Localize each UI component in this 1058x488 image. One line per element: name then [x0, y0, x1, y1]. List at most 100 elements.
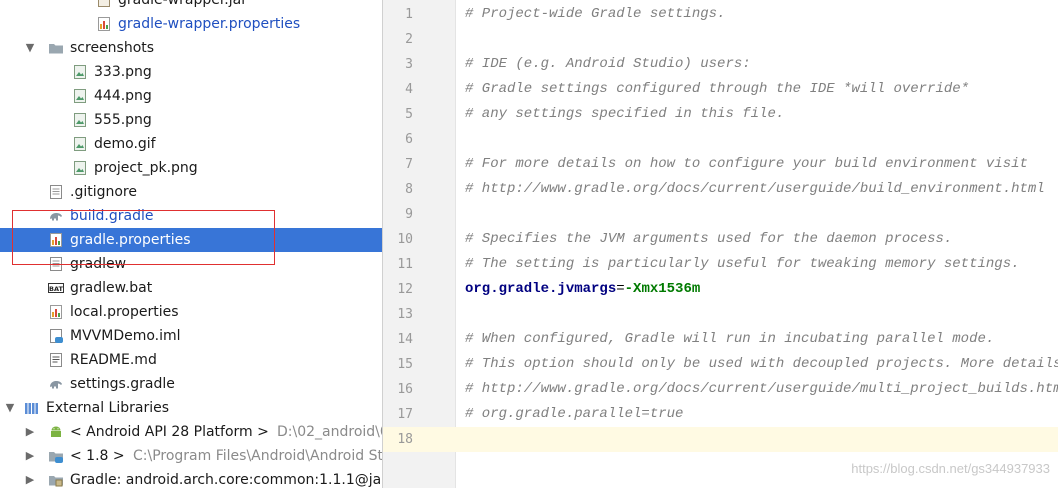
code-line[interactable]: 10 # Specifies the JVM arguments used for…: [383, 227, 1058, 252]
code-line[interactable]: 18: [383, 427, 1058, 452]
line-number: 16: [397, 382, 413, 397]
tree-item-gradle-wrapper-properties[interactable]: gradle-wrapper.properties: [0, 12, 382, 36]
tree-item-path-hint: D:\02_android\08: [277, 424, 382, 440]
code-line[interactable]: 11 # The setting is particularly useful f…: [383, 252, 1058, 277]
code-text: # any settings specified in this file.: [465, 102, 784, 127]
code-line[interactable]: 4 # Gradle settings configured through th…: [383, 77, 1058, 102]
property-value: -Xmx1536m: [624, 281, 701, 297]
code-comment: # any settings specified in this file.: [465, 106, 785, 122]
code-line[interactable]: 17 # org.gradle.parallel=true: [383, 402, 1058, 427]
code-line[interactable]: 15 # This option should only be used with…: [383, 352, 1058, 377]
tree-item-gradle-android-arch-core-common-1-1-1-jar[interactable]: ▶ Gradle: android.arch.core:common:1.1.1@…: [0, 468, 382, 488]
code-text: # http://www.gradle.org/docs/current/use…: [465, 377, 1058, 402]
code-line[interactable]: 2: [383, 27, 1058, 52]
tree-item-label: gradle-wrapper.properties: [118, 16, 301, 32]
folder-icon: [48, 40, 64, 56]
line-number: 9: [405, 207, 413, 222]
code-comment: # Gradle settings configured through the…: [465, 81, 970, 97]
tree-item-readme-md[interactable]: README.md: [0, 348, 382, 372]
code-line[interactable]: 16 # http://www.gradle.org/docs/current/u…: [383, 377, 1058, 402]
code-comment: # Project-wide Gradle settings.: [465, 6, 726, 22]
tree-item-mvvmdemo-iml[interactable]: MVVMDemo.iml: [0, 324, 382, 348]
line-number: 14: [397, 332, 413, 347]
line-number: 8: [405, 182, 413, 197]
svg-text:BAT: BAT: [49, 285, 63, 293]
jdk-folder-icon: [48, 448, 64, 464]
line-number: 11: [397, 257, 413, 272]
property-key: org.gradle.jvmargs: [465, 281, 617, 297]
line-number: 18: [397, 432, 413, 447]
code-text: # IDE (e.g. Android Studio) users:: [465, 52, 751, 77]
code-line[interactable]: 1 # Project-wide Gradle settings.: [383, 2, 1058, 27]
code-comment: # The setting is particularly useful for…: [465, 256, 1020, 272]
code-comment: # org.gradle.parallel=true: [465, 406, 684, 422]
code-text: # Project-wide Gradle settings.: [465, 2, 725, 27]
tree-item-444-png[interactable]: 444.png: [0, 84, 382, 108]
image-file-icon: [72, 136, 88, 152]
code-text: # The setting is particularly useful for…: [465, 252, 1020, 277]
code-line[interactable]: 6: [383, 127, 1058, 152]
gradle-elephant-icon: [48, 376, 64, 392]
image-file-icon: [72, 112, 88, 128]
tree-item-gradle-wrapper-jar[interactable]: gradle-wrapper.jar: [0, 0, 382, 12]
code-line[interactable]: 13: [383, 302, 1058, 327]
line-number: 1: [405, 7, 413, 22]
tree-item-demo-gif[interactable]: demo.gif: [0, 132, 382, 156]
tree-item-label: demo.gif: [94, 136, 156, 152]
tree-item-screenshots[interactable]: ▼ screenshots: [0, 36, 382, 60]
code-text: # Specifies the JVM arguments used for t…: [465, 227, 952, 252]
tree-item-label: .gitignore: [70, 184, 137, 200]
line-number: 3: [405, 57, 413, 72]
code-line[interactable]: 7 # For more details on how to configure …: [383, 152, 1058, 177]
line-number: 15: [397, 357, 413, 372]
code-text: org.gradle.jvmargs=-Xmx1536m: [465, 277, 700, 302]
code-text: # When configured, Gradle will run in in…: [465, 327, 994, 352]
libraries-icon: [24, 400, 40, 416]
tree-item-label: MVVMDemo.iml: [70, 328, 181, 344]
expanded-arrow-icon[interactable]: ▼: [24, 36, 36, 60]
tree-item-gradlew-bat[interactable]: BAT gradlew.bat: [0, 276, 382, 300]
code-text: # org.gradle.parallel=true: [465, 402, 683, 427]
code-text: # For more details on how to configure y…: [465, 152, 1028, 177]
code-line[interactable]: 12 org.gradle.jvmargs=-Xmx1536m: [383, 277, 1058, 302]
code-line[interactable]: 8 # http://www.gradle.org/docs/current/us…: [383, 177, 1058, 202]
code-line[interactable]: 9: [383, 202, 1058, 227]
tree-item-path-hint: C:\Program Files\Android\Android Stu: [133, 448, 382, 464]
collapsed-arrow-icon[interactable]: ▶: [24, 444, 36, 468]
android-icon: [48, 424, 64, 440]
tree-item-333-png[interactable]: 333.png: [0, 60, 382, 84]
code-line[interactable]: 5 # any settings specified in this file.: [383, 102, 1058, 127]
tree-item-settings-gradle[interactable]: settings.gradle: [0, 372, 382, 396]
code-comment: # http://www.gradle.org/docs/current/use…: [465, 381, 1058, 397]
code-comment: # http://www.gradle.org/docs/current/use…: [465, 181, 1045, 197]
line-number: 5: [405, 107, 413, 122]
line-number: 17: [397, 407, 413, 422]
tree-item-1-8[interactable]: ▶ < 1.8 > C:\Program Files\Android\Android…: [0, 444, 382, 468]
tree-item-label: screenshots: [70, 40, 155, 56]
code-line[interactable]: 3 # IDE (e.g. Android Studio) users:: [383, 52, 1058, 77]
code-line[interactable]: 14 # When configured, Gradle will run in …: [383, 327, 1058, 352]
tree-item-project-pk-png[interactable]: project_pk.png: [0, 156, 382, 180]
tree-item-label: < Android API 28 Platform >: [70, 424, 269, 440]
watermark: https://blog.csdn.net/gs344937933: [851, 461, 1050, 476]
tree-item-external-libraries[interactable]: ▼ External Libraries: [0, 396, 382, 420]
tree-item-local-properties[interactable]: local.properties: [0, 300, 382, 324]
tree-item-android-api-28-platform[interactable]: ▶ < Android API 28 Platform > D:\02_androi…: [0, 420, 382, 444]
code-comment: # Specifies the JVM arguments used for t…: [465, 231, 953, 247]
tree-item-label: README.md: [70, 352, 157, 368]
collapsed-arrow-icon[interactable]: ▶: [24, 468, 36, 488]
tree-item-label: Gradle: android.arch.core:common:1.1.1@j…: [70, 472, 382, 488]
properties-file-icon: [48, 304, 64, 320]
code-token: =: [616, 281, 625, 297]
tree-item-555-png[interactable]: 555.png: [0, 108, 382, 132]
collapsed-arrow-icon[interactable]: ▶: [24, 420, 36, 444]
tree-item-label: < 1.8 >: [70, 448, 125, 464]
line-number: 7: [405, 157, 413, 172]
code-comment: # This option should only be used with d…: [465, 356, 1058, 372]
tree-item-label: settings.gradle: [70, 376, 175, 392]
expanded-arrow-icon[interactable]: ▼: [4, 396, 16, 420]
code-editor[interactable]: 1 # Project-wide Gradle settings. 2 3 # IDE …: [383, 0, 1058, 488]
line-number: 12: [397, 282, 413, 297]
tree-item-label: local.properties: [70, 304, 179, 320]
tree-item-gitignore[interactable]: .gitignore: [0, 180, 382, 204]
